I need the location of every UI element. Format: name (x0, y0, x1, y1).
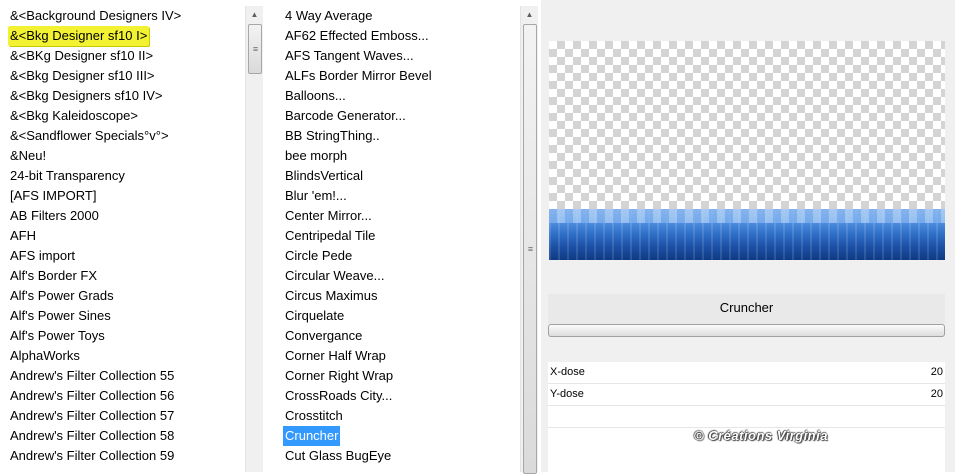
category-list[interactable]: &<Background Designers IV> &<Bkg Designer… (8, 6, 243, 472)
preview-image (549, 209, 945, 260)
category-item[interactable]: Alf's Power Grads (8, 286, 116, 306)
category-item[interactable]: AFS import (8, 246, 77, 266)
category-item[interactable]: AFH (8, 226, 38, 246)
filter-item[interactable]: Convergance (283, 326, 364, 346)
param-value[interactable]: 20 (931, 362, 943, 382)
category-item[interactable]: Andrew's Filter Collection 57 (8, 406, 176, 426)
filter-item[interactable]: Cut Glass BugEye (283, 446, 393, 466)
filter-item[interactable]: AF62 Effected Emboss... (283, 26, 431, 46)
category-item[interactable]: &<Bkg Designer sf10 I> (8, 26, 150, 46)
filter-item[interactable]: BlindsVertical (283, 166, 365, 186)
grip-icon: ≡ (252, 43, 258, 54)
filter-item[interactable]: Corner Half Wrap (283, 346, 388, 366)
filter-list-scrollbar[interactable]: ▲ ≡ (520, 6, 538, 474)
category-item[interactable]: AB Filters 2000 (8, 206, 101, 226)
param-name: X-dose (550, 366, 585, 378)
filter-item[interactable]: Centripedal Tile (283, 226, 377, 246)
category-item[interactable]: [AFS IMPORT] (8, 186, 98, 206)
scrollbar-thumb[interactable]: ≡ (523, 24, 537, 474)
filter-title: Cruncher (548, 294, 945, 324)
filter-item[interactable]: ALFs Border Mirror Bevel (283, 66, 434, 86)
category-item[interactable]: Andrew's Filter Collection 56 (8, 386, 176, 406)
filter-item[interactable]: Balloons... (283, 86, 348, 106)
filter-item[interactable]: Blur 'em!... (283, 186, 349, 206)
filter-preview (549, 41, 945, 260)
category-list-scrollbar[interactable]: ▲ ≡ (245, 6, 263, 472)
category-item[interactable]: Andrew's Filter Collection 58 (8, 426, 176, 446)
category-item[interactable]: &<Sandflower Specials°v°> (8, 126, 171, 146)
filter-list[interactable]: 4 Way Average AF62 Effected Emboss... AFS … (283, 6, 518, 472)
category-item[interactable]: 24-bit Transparency (8, 166, 127, 186)
filter-title-bar (548, 324, 945, 337)
scrollbar-thumb[interactable]: ≡ (248, 24, 262, 74)
category-item[interactable]: &<Bkg Designers sf10 IV> (8, 86, 164, 106)
category-item[interactable]: AlphaWorks (8, 346, 82, 366)
filter-item[interactable]: Cirquelate (283, 306, 346, 326)
filter-item[interactable]: Circular Weave... (283, 266, 386, 286)
filter-item[interactable]: Corner Right Wrap (283, 366, 395, 386)
filter-item[interactable]: Barcode Generator... (283, 106, 408, 126)
param-value[interactable]: 20 (931, 384, 943, 404)
scroll-up-arrow-icon[interactable]: ▲ (246, 6, 263, 23)
parameter-list: X-dose 20 Y-dose 20 (548, 362, 945, 472)
category-item[interactable]: &Neu! (8, 146, 48, 166)
filter-item[interactable]: Circus Maximus (283, 286, 379, 306)
category-item[interactable]: Alf's Power Toys (8, 326, 107, 346)
grip-icon: ≡ (527, 243, 533, 254)
category-item[interactable]: &<Background Designers IV> (8, 6, 183, 26)
watermark: © Créations Virginia (694, 428, 828, 443)
filter-item[interactable]: Crosstitch (283, 406, 345, 426)
filter-item[interactable]: Circle Pede (283, 246, 354, 266)
scroll-up-arrow-icon[interactable]: ▲ (521, 6, 538, 23)
category-item[interactable]: &<Bkg Kaleidoscope> (8, 106, 140, 126)
param-row-y-dose[interactable]: Y-dose 20 (548, 384, 945, 406)
filter-item[interactable]: CrossRoads City... (283, 386, 394, 406)
filter-item[interactable]: 4 Way Average (283, 6, 374, 26)
param-row-empty (548, 406, 945, 428)
category-item[interactable]: Andrew's Filter Collection 55 (8, 366, 176, 386)
category-item[interactable]: &<BKg Designer sf10 II> (8, 46, 155, 66)
filter-item[interactable]: AFS Tangent Waves... (283, 46, 416, 66)
filter-item[interactable]: bee morph (283, 146, 349, 166)
category-item[interactable]: Andrew's Filter Collection 59 (8, 446, 176, 466)
param-name: Y-dose (550, 388, 584, 400)
filter-item[interactable]: Cruncher (283, 426, 341, 446)
param-row-x-dose[interactable]: X-dose 20 (548, 362, 945, 384)
category-item[interactable]: Alf's Power Sines (8, 306, 113, 326)
filter-item[interactable]: Center Mirror... (283, 206, 374, 226)
filter-item[interactable]: BB StringThing.. (283, 126, 382, 146)
category-item[interactable]: Alf's Border FX (8, 266, 99, 286)
category-item[interactable]: &<Bkg Designer sf10 III> (8, 66, 157, 86)
